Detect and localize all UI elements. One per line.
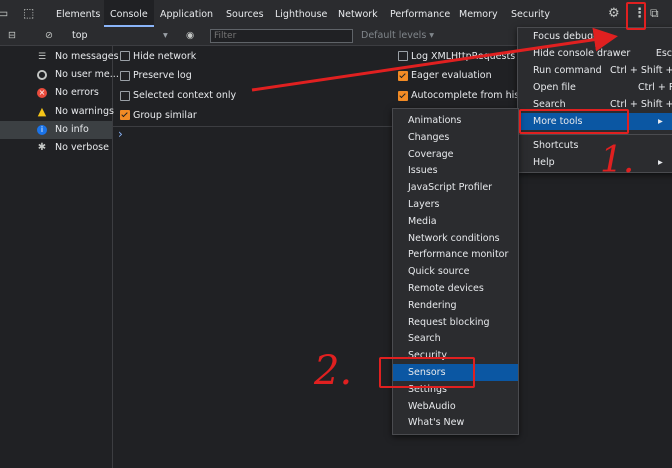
- annotation-step-2: 2.: [314, 348, 353, 394]
- annotation-arrow: [251, 27, 618, 92]
- annotation-overlay: [251, 27, 618, 92]
- annotation-step-1: 1.: [600, 140, 635, 181]
